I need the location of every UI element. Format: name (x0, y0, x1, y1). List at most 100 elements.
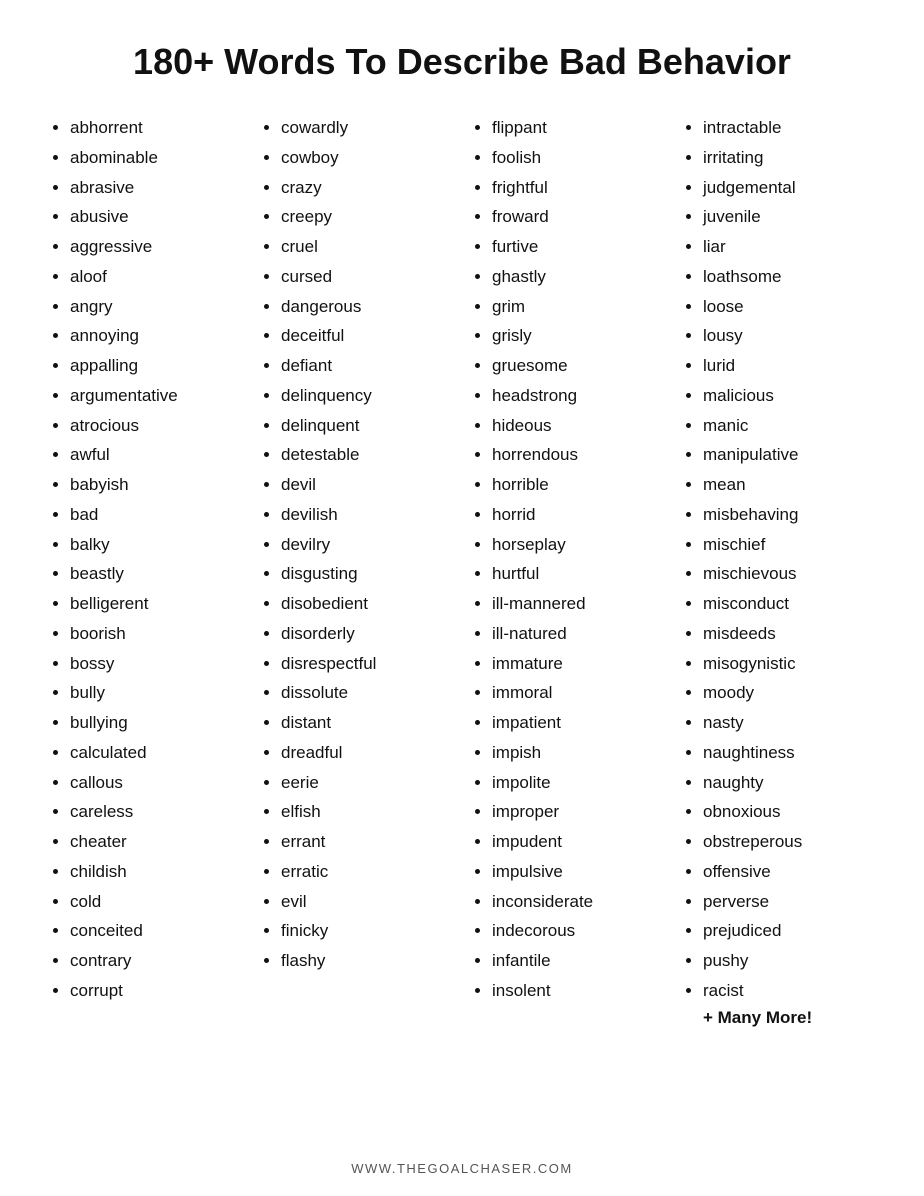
list-item: misbehaving (703, 500, 874, 530)
list-item: nasty (703, 708, 874, 738)
list-item: delinquency (281, 381, 452, 411)
list-item: horrendous (492, 440, 663, 470)
list-item: bully (70, 678, 241, 708)
list-item: abrasive (70, 173, 241, 203)
list-item: bullying (70, 708, 241, 738)
list-item: obnoxious (703, 797, 874, 827)
list-item: mischief (703, 530, 874, 560)
list-item: detestable (281, 440, 452, 470)
list-item: annoying (70, 321, 241, 351)
list-item: ill-natured (492, 619, 663, 649)
word-list-1: abhorrentabominableabrasiveabusiveaggres… (50, 113, 241, 1006)
list-item: aggressive (70, 232, 241, 262)
list-item: dissolute (281, 678, 452, 708)
list-item: creepy (281, 202, 452, 232)
footer: WWW.THEGOALCHASER.COM (351, 1161, 572, 1176)
list-item: immoral (492, 678, 663, 708)
list-item: disgusting (281, 559, 452, 589)
list-item: misogynistic (703, 649, 874, 679)
list-item: disrespectful (281, 649, 452, 679)
list-item: intractable (703, 113, 874, 143)
list-item: hideous (492, 411, 663, 441)
list-item: naughtiness (703, 738, 874, 768)
list-item: abominable (70, 143, 241, 173)
list-item: grisly (492, 321, 663, 351)
list-item: indecorous (492, 916, 663, 946)
list-item: racist (703, 976, 874, 1006)
list-item: erratic (281, 857, 452, 887)
list-item: impish (492, 738, 663, 768)
list-item: foolish (492, 143, 663, 173)
list-item: appalling (70, 351, 241, 381)
list-item: cowardly (281, 113, 452, 143)
list-item: balky (70, 530, 241, 560)
list-item: bad (70, 500, 241, 530)
list-item: manic (703, 411, 874, 441)
list-item: impatient (492, 708, 663, 738)
list-item: defiant (281, 351, 452, 381)
list-item: moody (703, 678, 874, 708)
list-item: argumentative (70, 381, 241, 411)
list-item: irritating (703, 143, 874, 173)
list-item: finicky (281, 916, 452, 946)
list-item: misdeeds (703, 619, 874, 649)
list-item: atrocious (70, 411, 241, 441)
list-item: devilish (281, 500, 452, 530)
list-item: misconduct (703, 589, 874, 619)
list-item: loose (703, 292, 874, 322)
list-item: gruesome (492, 351, 663, 381)
list-item: offensive (703, 857, 874, 887)
list-item: judgemental (703, 173, 874, 203)
list-item: infantile (492, 946, 663, 976)
list-item: cheater (70, 827, 241, 857)
list-item: hurtful (492, 559, 663, 589)
list-item: delinquent (281, 411, 452, 441)
many-more-label: + Many More! (683, 1008, 874, 1028)
list-item: loathsome (703, 262, 874, 292)
column-4: intractableirritatingjudgementaljuvenile… (673, 113, 884, 1131)
word-list-3: flippantfoolishfrightfulfrowardfurtivegh… (472, 113, 663, 1006)
list-item: horrid (492, 500, 663, 530)
list-item: malicious (703, 381, 874, 411)
list-item: furtive (492, 232, 663, 262)
list-item: disorderly (281, 619, 452, 649)
list-item: inconsiderate (492, 887, 663, 917)
word-list-4: intractableirritatingjudgementaljuvenile… (683, 113, 874, 1006)
list-item: corrupt (70, 976, 241, 1006)
list-item: babyish (70, 470, 241, 500)
list-item: cowboy (281, 143, 452, 173)
list-item: grim (492, 292, 663, 322)
list-item: elfish (281, 797, 452, 827)
list-item: disobedient (281, 589, 452, 619)
list-item: crazy (281, 173, 452, 203)
list-item: beastly (70, 559, 241, 589)
list-item: abhorrent (70, 113, 241, 143)
list-item: abusive (70, 202, 241, 232)
list-item: horseplay (492, 530, 663, 560)
list-item: cursed (281, 262, 452, 292)
list-item: aloof (70, 262, 241, 292)
list-item: callous (70, 768, 241, 798)
list-item: boorish (70, 619, 241, 649)
list-item: contrary (70, 946, 241, 976)
list-item: cold (70, 887, 241, 917)
list-item: bossy (70, 649, 241, 679)
list-item: careless (70, 797, 241, 827)
list-item: cruel (281, 232, 452, 262)
list-item: calculated (70, 738, 241, 768)
list-item: pushy (703, 946, 874, 976)
list-item: belligerent (70, 589, 241, 619)
list-item: insolent (492, 976, 663, 1006)
list-item: lurid (703, 351, 874, 381)
list-item: improper (492, 797, 663, 827)
list-item: headstrong (492, 381, 663, 411)
list-item: childish (70, 857, 241, 887)
list-item: perverse (703, 887, 874, 917)
list-item: flippant (492, 113, 663, 143)
list-item: angry (70, 292, 241, 322)
column-1: abhorrentabominableabrasiveabusiveaggres… (40, 113, 251, 1131)
list-item: prejudiced (703, 916, 874, 946)
list-item: frightful (492, 173, 663, 203)
list-item: impolite (492, 768, 663, 798)
list-item: ghastly (492, 262, 663, 292)
